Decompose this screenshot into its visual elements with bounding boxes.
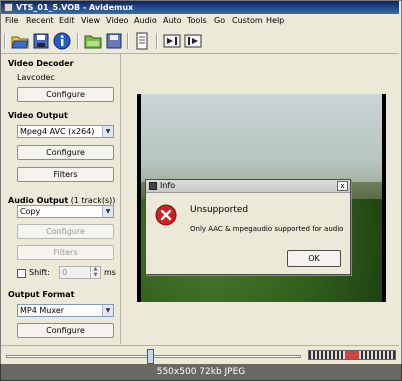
chevron-down-icon: ▼: [102, 305, 113, 316]
app-icon: [4, 3, 13, 12]
audio-track-count: (1 track(s)): [70, 196, 116, 205]
menu-recent[interactable]: Recent: [26, 16, 54, 25]
menu-file[interactable]: File: [5, 16, 18, 25]
play-from-icon[interactable]: [184, 32, 202, 50]
chevron-down-icon: ▼: [102, 206, 113, 217]
window-title: VTS_01_5.VOB - Avidemux: [16, 3, 134, 12]
timeline-thumb[interactable]: [147, 349, 154, 364]
shift-unit: ms: [104, 268, 116, 277]
menu-view[interactable]: View: [81, 16, 100, 25]
info-icon[interactable]: [53, 32, 71, 50]
error-icon: [155, 204, 177, 226]
ok-button[interactable]: OK: [287, 250, 341, 267]
close-icon[interactable]: x: [337, 181, 348, 191]
menu-help[interactable]: Help: [266, 16, 284, 25]
dialog-app-icon: [149, 182, 157, 190]
audio-filters-button[interactable]: Filters: [17, 245, 114, 260]
dialog-title-bar: Info x: [146, 180, 350, 193]
play-to-icon[interactable]: [163, 32, 181, 50]
audio-configure-button[interactable]: Configure: [17, 224, 114, 239]
menu-custom[interactable]: Custom: [232, 16, 263, 25]
video-decoder-configure-button[interactable]: Configure: [17, 87, 114, 102]
toolbar-separator: [156, 33, 158, 49]
dialog-message: Only AAC & mpegaudio supported for audio: [190, 225, 344, 233]
menu-video[interactable]: Video: [106, 16, 128, 25]
output-format-value: MP4 Muxer: [20, 306, 65, 315]
save-icon[interactable]: [32, 32, 50, 50]
video-filters-button[interactable]: Filters: [17, 167, 114, 182]
menu-go[interactable]: Go: [214, 16, 225, 25]
menu-edit[interactable]: Edit: [59, 16, 75, 25]
shift-label: Shift:: [29, 268, 50, 277]
title-bar: VTS_01_5.VOB - Avidemux: [1, 1, 399, 14]
toolbar-grip: [4, 33, 6, 49]
output-format-heading: Output Format: [8, 290, 75, 299]
menu-audio[interactable]: Audio: [134, 16, 157, 25]
save-small-icon[interactable]: [105, 32, 123, 50]
image-caption: 550x500 72kb JPEG: [0, 364, 402, 381]
video-output-configure-button[interactable]: Configure: [17, 145, 114, 160]
audio-output-heading: Audio Output (1 track(s)): [8, 196, 115, 205]
toolbar-separator: [77, 33, 79, 49]
video-left-border: [137, 94, 141, 302]
audio-output-value: Copy: [20, 207, 41, 216]
shift-spinbox[interactable]: 0 ▲ ▼: [59, 266, 101, 279]
menu-auto[interactable]: Auto: [163, 16, 182, 25]
spin-down-icon[interactable]: ▼: [90, 273, 100, 278]
menu-bar: File Recent Edit View Video Audio Auto T…: [1, 15, 399, 28]
menu-tools[interactable]: Tools: [187, 16, 207, 25]
jog-center: [345, 351, 359, 359]
jog-shuttle[interactable]: [308, 350, 396, 360]
dialog-heading: Unsupported: [190, 205, 249, 215]
open-green-icon[interactable]: [84, 32, 102, 50]
dialog-title: Info: [160, 181, 176, 190]
video-output-value: Mpeg4 AVC (x264): [20, 127, 95, 136]
settings-panel: Video Decoder Lavcodec Configure Video O…: [1, 54, 119, 344]
shift-checkbox[interactable]: [17, 269, 26, 278]
output-format-configure-button[interactable]: Configure: [17, 323, 114, 338]
toolbar: [1, 29, 399, 54]
video-decoder-heading: Video Decoder: [8, 59, 74, 68]
video-decoder-codec: Lavcodec: [17, 73, 55, 82]
video-output-select[interactable]: Mpeg4 AVC (x264) ▼: [17, 125, 114, 138]
toolbar-separator: [127, 33, 129, 49]
video-output-heading: Video Output: [8, 111, 68, 120]
output-format-select[interactable]: MP4 Muxer ▼: [17, 304, 114, 317]
shift-value: 0: [62, 268, 68, 277]
document-icon[interactable]: [133, 32, 151, 50]
open-folder-icon[interactable]: [11, 32, 29, 50]
video-right-border: [382, 94, 386, 302]
audio-output-select[interactable]: Copy ▼: [17, 205, 114, 218]
chevron-down-icon: ▼: [102, 126, 113, 137]
audio-output-title: Audio Output: [8, 196, 69, 205]
